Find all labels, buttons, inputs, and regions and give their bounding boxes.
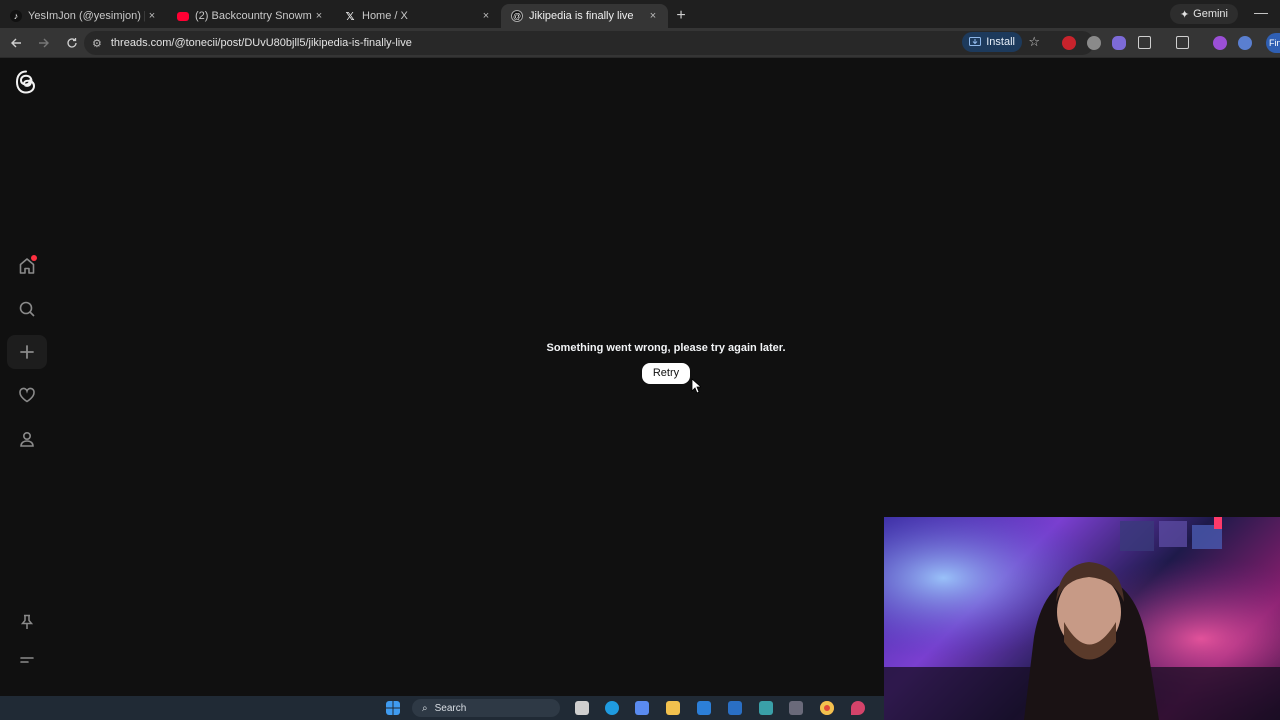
tab-title: (2) Backcountry Snowmobiling [195,10,312,22]
chrome-icon[interactable] [820,701,834,715]
gemini-label: Gemini [1193,8,1228,20]
reload-icon [66,37,77,48]
minimize-button[interactable]: — [1254,4,1268,20]
m365-icon[interactable] [759,701,773,715]
close-icon[interactable]: × [646,10,660,22]
close-icon[interactable]: × [312,10,326,22]
error-panel: Something went wrong, please try again l… [440,342,892,384]
url-text: threads.com/@tonecii/post/DUvU80bjll5/ji… [110,37,412,49]
bookmark-star-icon[interactable]: ☆ [1028,34,1040,50]
tab-strip: ♪ YesImJon (@yesimjon) | TikTok × (2) Ba… [0,0,1280,28]
tab-title: Jikipedia is finally live [529,10,634,22]
nav-pinned[interactable] [7,605,47,639]
task-view-icon[interactable] [575,701,589,715]
nav-create[interactable] [7,335,47,369]
webcam-overlay [884,517,1280,720]
plus-icon [20,345,34,359]
pin-icon [20,614,34,629]
install-label: Install [986,36,1015,48]
extension-violet-icon[interactable] [1213,36,1227,50]
copilot-icon[interactable] [635,701,649,715]
extension-gray-icon[interactable] [1087,36,1101,50]
arrow-left-icon [10,38,21,47]
extension-purple-icon[interactable] [1112,36,1126,50]
taskbar-search-label: Search [434,702,467,714]
close-icon[interactable]: × [145,10,159,22]
sparkle-icon: ✦ [1179,8,1190,21]
nav-home[interactable] [7,249,47,283]
search-icon [19,301,35,317]
gemini-button[interactable]: ✦ Gemini [1169,4,1238,24]
os-taskbar: ⌕ Search [0,696,884,720]
nav-more[interactable] [7,643,47,677]
profile-chip[interactable]: Fin [1266,33,1280,53]
tab-threads[interactable]: @ Jikipedia is finally live × [501,4,668,28]
arrow-right-icon [38,38,49,47]
taskbar-search[interactable]: ⌕ Search [412,699,560,717]
reload-button[interactable] [59,31,84,55]
extension-red-icon[interactable] [1062,36,1076,50]
error-message: Something went wrong, please try again l… [546,342,786,354]
x-logo-icon: 𝕏 [345,10,355,23]
close-icon[interactable]: × [479,10,493,22]
search-icon: ⌕ [422,702,428,714]
store-icon[interactable] [697,701,711,715]
file-explorer-icon[interactable] [666,701,680,715]
profile-icon [20,431,34,447]
retry-button[interactable]: Retry [641,363,691,384]
webcam-image [884,517,1280,720]
mail-icon[interactable] [728,701,742,715]
new-tab-button[interactable]: + [668,4,694,28]
forward-button[interactable] [31,31,56,55]
tab-x[interactable]: 𝕏 Home / X × [334,4,501,28]
extensions-puzzle-icon[interactable] [1138,36,1151,49]
threads-icon: @ [511,10,523,22]
tab-tiktok[interactable]: ♪ YesImJon (@yesimjon) | TikTok × [0,4,167,28]
address-bar[interactable]: ⚙ threads.com/@tonecii/post/DUvU80bjll5/… [84,31,1094,55]
youtube-icon [177,11,189,21]
tab-title: Home / X [362,10,408,22]
maps-pin-icon[interactable] [851,701,865,715]
threads-sidebar [0,59,54,696]
nav-activity[interactable] [7,378,47,412]
site-settings-icon[interactable]: ⚙ [92,37,102,50]
tab-youtube[interactable]: (2) Backcountry Snowmobiling × [167,4,334,28]
mouse-cursor-icon [691,378,701,394]
app-icon[interactable] [789,701,803,715]
tab-title: YesImJon (@yesimjon) | TikTok [28,10,145,22]
browser-toolbar: ⚙ threads.com/@tonecii/post/DUvU80bjll5/… [0,28,1280,58]
install-app-button[interactable]: Install [962,32,1022,52]
install-icon [969,37,982,46]
profile-avatar[interactable] [1238,36,1252,50]
notification-dot [31,255,37,261]
nav-search[interactable] [7,292,47,326]
side-panel-icon[interactable] [1176,36,1189,49]
threads-logo-icon[interactable] [14,69,38,95]
windows-start-icon[interactable] [386,701,400,715]
menu-icon [20,657,34,663]
tiktok-icon: ♪ [10,10,22,22]
edge-icon[interactable] [605,701,619,715]
heart-icon [19,387,35,403]
nav-profile[interactable] [7,422,47,456]
back-button[interactable] [3,31,28,55]
